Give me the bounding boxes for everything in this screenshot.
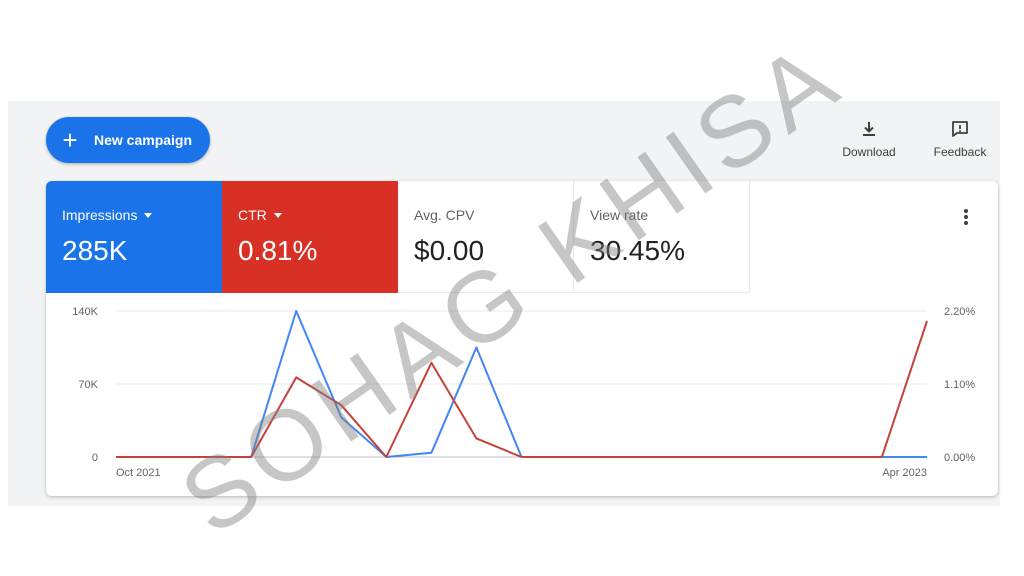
y-left-tick-label: 0 <box>92 452 98 464</box>
metric-impressions[interactable]: Impressions 285K <box>46 181 222 293</box>
metric-label: Impressions <box>62 207 138 223</box>
metric-value: 0.81% <box>238 235 318 266</box>
caret-down-icon <box>144 212 153 218</box>
line-chart: 0 0.00% 70K 1.10% 140K 2.20% Oct 2021 Apr 2023 <box>72 306 975 479</box>
download-label: Download <box>842 145 896 159</box>
y-right-tick-label: 1.10% <box>944 379 975 391</box>
y-left-tick-label: 70K <box>78 379 98 391</box>
metric-value: $0.00 <box>414 235 485 266</box>
metric-value: 30.45% <box>590 235 685 266</box>
plus-icon: + <box>62 125 78 155</box>
new-campaign-label: New campaign <box>94 132 193 148</box>
campaign-panel: + New campaign Download Feedback Impress… <box>8 101 1000 506</box>
y-right-tick-label: 2.20% <box>944 306 975 318</box>
metric-ctr[interactable]: CTR 0.81% <box>222 181 398 293</box>
y-left-tick-label: 140K <box>72 306 98 318</box>
y-right-tick-label: 0.00% <box>944 452 975 464</box>
metric-label: Avg. CPV <box>414 207 475 223</box>
series-line-ctr <box>116 320 928 458</box>
metric-label: CTR <box>238 207 267 223</box>
download-button[interactable]: Download <box>834 119 904 159</box>
metric-value: 285K <box>62 235 128 266</box>
performance-card: Impressions 285K CTR 0.81% Avg. CPV $0.0… <box>46 181 998 496</box>
metric-label: View rate <box>590 207 649 223</box>
download-icon <box>863 122 875 136</box>
more-options-icon[interactable] <box>956 207 976 227</box>
feedback-button[interactable]: Feedback <box>925 119 995 159</box>
feedback-icon <box>952 121 968 137</box>
metric-view-rate[interactable]: View rate 30.45% <box>574 181 750 293</box>
caret-down-icon <box>273 212 282 218</box>
x-end-label: Apr 2023 <box>882 467 927 479</box>
new-campaign-button[interactable]: + New campaign <box>46 117 210 163</box>
metric-avg-cpv[interactable]: Avg. CPV $0.00 <box>398 181 574 293</box>
x-start-label: Oct 2021 <box>116 467 161 479</box>
feedback-label: Feedback <box>933 145 987 159</box>
